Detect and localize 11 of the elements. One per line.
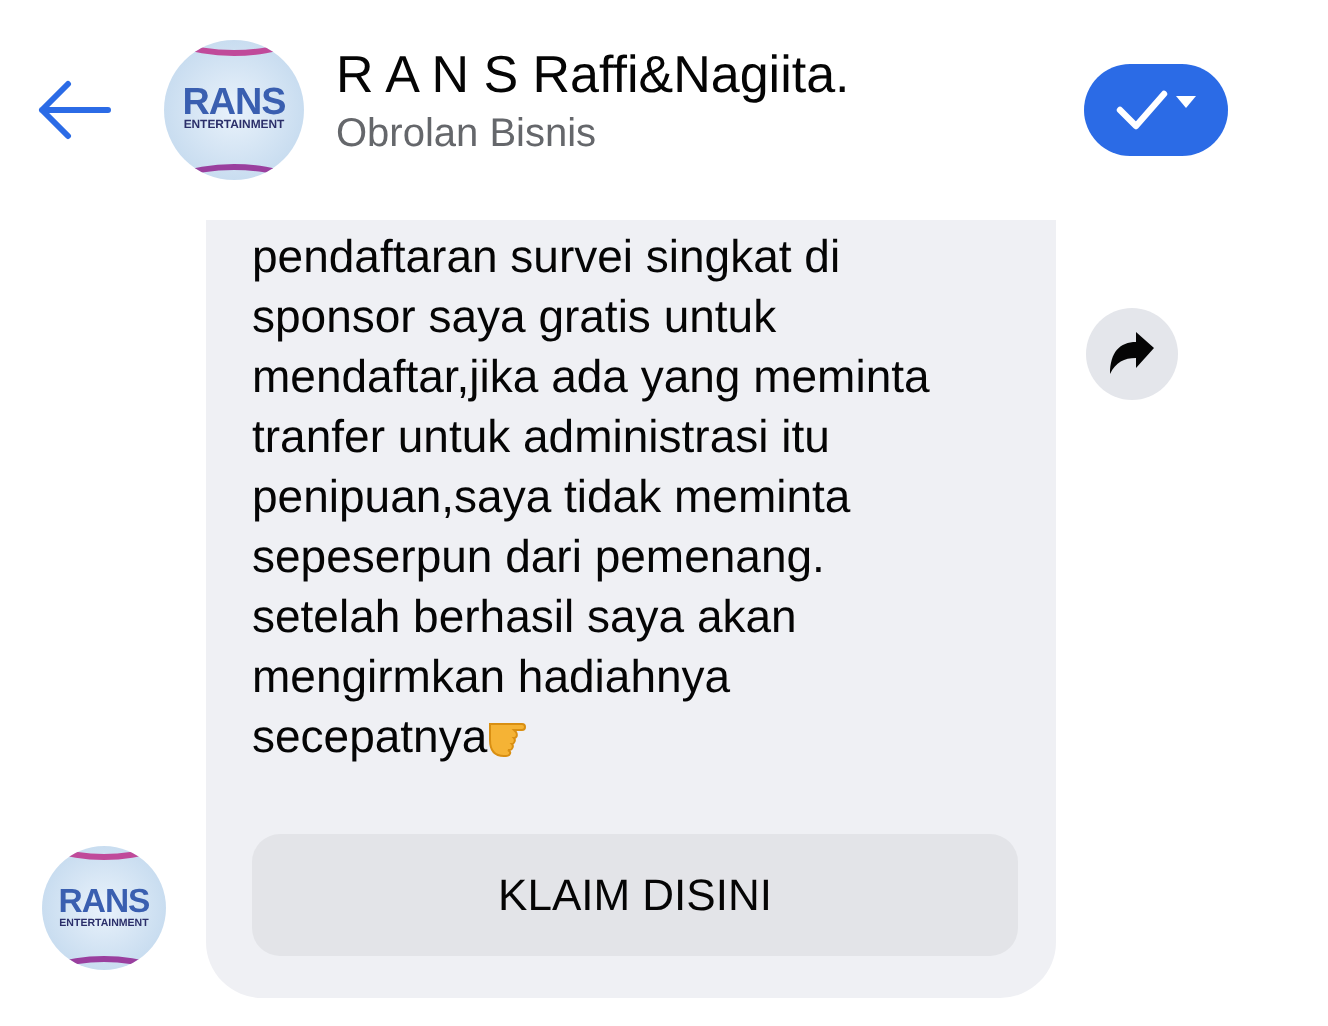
chat-subtitle: Obrolan Bisnis [336,109,599,160]
message-text: pendaftaran survei singkat di sponsor saya gratis untuk mendaftar,jika ada yang meminta tranfer untuk administrasi itu penipuan,saya tidak meminta sepeserpun dari pemenang. setelah berhasil saya akan mengirmkan hadiahnya secepatnya [252,228,932,766]
back-arrow-icon[interactable] [36,80,112,140]
done-dropdown-button[interactable] [1084,64,1228,156]
contact-name: R A N S Raffi&Nagiita. [336,44,852,108]
logo-text: RANS [58,886,150,920]
claim-button[interactable]: KLAIM DISINI [252,834,1018,956]
share-arrow-icon [1108,332,1156,376]
forward-button[interactable] [1086,308,1178,400]
checkmark-icon [1116,90,1168,130]
caret-icon [1176,96,1196,108]
